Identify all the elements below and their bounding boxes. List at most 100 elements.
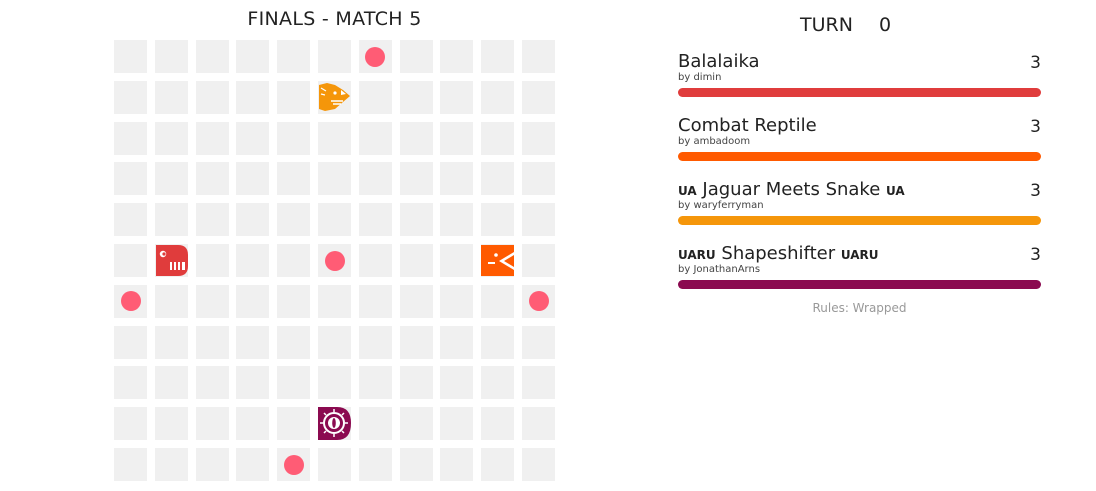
board-cell [277,162,311,196]
board-cell [522,121,555,155]
snake-flag-suffix: UARU [840,248,879,262]
food-pellet [120,291,141,312]
food-pellet [283,454,304,475]
board-cell [522,244,555,277]
board-cell [154,366,188,400]
board-cell [522,325,555,359]
board-cell [154,325,188,359]
snake-author: by ambadoom [678,136,751,147]
board-cell [195,203,229,237]
board-cell [358,448,392,481]
board-cell [114,366,147,400]
board-cell [114,203,147,237]
board-cell [481,121,515,155]
balalaika-snake-icon [154,243,189,278]
turn-counter: TURN 0 [800,14,891,36]
snake-length: 3 [1030,53,1041,73]
snake-flag-prefix: UA [678,184,697,198]
board-cell [154,203,188,237]
board-cell [236,448,270,481]
board-cell [195,80,229,114]
rules-label: Rules: Wrapped [812,301,907,315]
snake-name: UARU Shapeshifter UARU [678,243,879,264]
snake-name: Combat Reptile [678,115,817,136]
board-cell [440,40,474,73]
board-cell [440,203,474,237]
board-cell [195,366,229,400]
board-cell [358,284,392,318]
health-bar [678,152,1041,161]
food-pellet [324,250,345,271]
board-cell [399,244,433,277]
board-cell [440,284,474,318]
snake-name-text: Shapeshifter [721,243,836,264]
board-cell [318,366,351,400]
board-cell [399,80,433,114]
board-cell [236,244,270,277]
board-cell [522,366,555,400]
board-cell [154,162,188,196]
combat-reptile-snake-icon [480,243,515,278]
board-cell [195,325,229,359]
board-cell [236,325,270,359]
board-cell [318,40,351,73]
board-cell [236,40,270,73]
shapeshifter-snake-icon [317,406,352,441]
board-cell [399,121,433,155]
board-cell [440,325,474,359]
board-cell [277,40,311,73]
food-pellet [528,291,549,312]
board-cell [114,407,147,441]
snake-name-text: Combat Reptile [678,115,817,136]
board-cell [399,203,433,237]
board-cell [114,121,147,155]
scoreboard-row[interactable]: UARU Shapeshifter UARU by JonathanArns 3 [678,243,1041,307]
board-cell [358,325,392,359]
board-cell [399,40,433,73]
board-cell [440,407,474,441]
board-cell [236,121,270,155]
snake-flag-suffix: UA [886,184,905,198]
game-board [114,40,555,481]
board-cell [358,162,392,196]
board-cell [154,448,188,481]
board-cell [358,407,392,441]
board-cell [277,80,311,114]
board-cell [440,366,474,400]
board-cell [318,162,351,196]
board-cell [481,40,515,73]
snake-author: by JonathanArns [678,264,761,275]
snake-flag-prefix: UARU [678,248,716,262]
board-cell [481,407,515,441]
scoreboard-row[interactable]: Balalaika by dimin 3 [678,51,1041,115]
board-cell [277,325,311,359]
board-cell [236,407,270,441]
board-cell [440,162,474,196]
board-cell [399,162,433,196]
board-cell [440,121,474,155]
board-cell [277,244,311,277]
board-cell [481,80,515,114]
board-cell [358,80,392,114]
snake-name-text: Balalaika [678,51,760,72]
scoreboard-row[interactable]: Combat Reptile by ambadoom 3 [678,115,1041,179]
board-cell [154,80,188,114]
board-cell [114,80,147,114]
scoreboard-row[interactable]: UA Jaguar Meets Snake UA by waryferryman 3 [678,179,1041,243]
snake-length: 3 [1030,245,1041,265]
board-cell [195,244,229,277]
board-cell [481,366,515,400]
board-cell [481,284,515,318]
board-cell [195,121,229,155]
board-cell [358,366,392,400]
board-cell [236,80,270,114]
board-cell [277,121,311,155]
board-cell [318,203,351,237]
jaguar-snake-icon [317,80,352,115]
snake-name: UA Jaguar Meets Snake UA [678,179,905,200]
turn-value: 0 [878,14,892,36]
board-cell [154,121,188,155]
board-cell [195,407,229,441]
food-pellet [365,46,386,67]
snake-author: by waryferryman [678,200,764,211]
